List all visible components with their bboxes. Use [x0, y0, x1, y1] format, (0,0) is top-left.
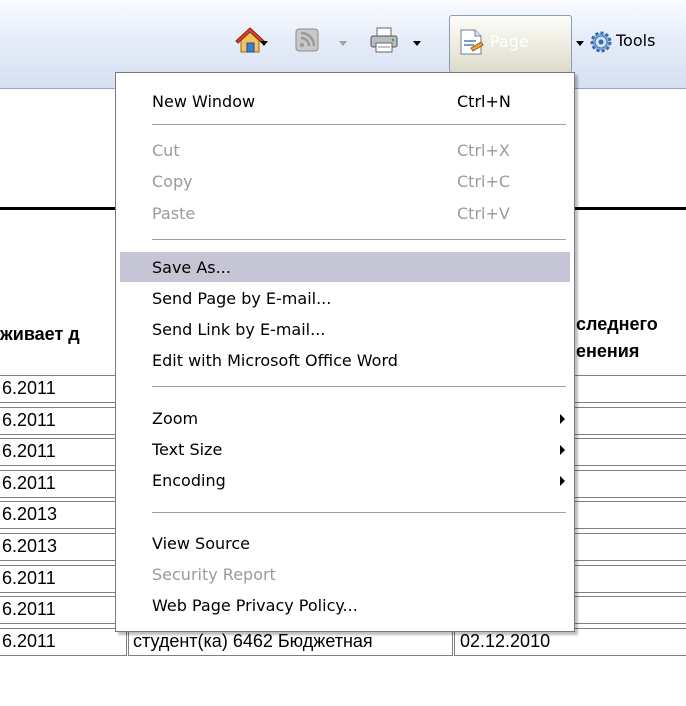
- menu-item-paste: Paste Ctrl+V: [120, 198, 570, 228]
- home-dropdown-arrow[interactable]: [260, 41, 268, 46]
- menu-item-view-source[interactable]: View Source: [120, 528, 570, 558]
- table-cell-date: 6.2011: [2, 631, 56, 651]
- menu-separator: [152, 512, 566, 513]
- menu-item-label: Edit with Microsoft Office Word: [152, 351, 398, 370]
- rss-feed-icon: [295, 28, 319, 56]
- page-dropdown-arrow[interactable]: [576, 41, 584, 46]
- menu-item-copy: Copy Ctrl+C: [120, 166, 570, 196]
- menu-item-label: Security Report: [152, 565, 276, 584]
- menu-item-label: Zoom: [152, 409, 199, 428]
- menu-item-label: View Source: [152, 534, 251, 553]
- content-divider-right: [575, 207, 686, 210]
- table-cell-date: 6.2011: [2, 473, 56, 493]
- menu-item-encoding[interactable]: Encoding: [120, 465, 570, 495]
- menu-item-shortcut: Ctrl+X: [457, 141, 510, 160]
- table-cell-date: 6.2011: [2, 441, 56, 461]
- menu-item-send-page[interactable]: Send Page by E-mail...: [120, 283, 570, 313]
- menu-item-zoom[interactable]: Zoom: [120, 403, 570, 433]
- menu-item-label: Cut: [152, 141, 180, 160]
- table-cell-date: 6.2013: [2, 504, 58, 524]
- table-cell-date: 6.2011: [2, 599, 56, 619]
- print-dropdown-arrow[interactable]: [413, 41, 421, 46]
- menu-item-label: Save As...: [152, 258, 231, 277]
- menu-item-edit-with-word[interactable]: Edit with Microsoft Office Word: [120, 345, 570, 375]
- table-cell-changed: 02.12.2010: [460, 631, 551, 651]
- menu-item-shortcut: Ctrl+C: [457, 172, 511, 191]
- menu-item-label: Send Page by E-mail...: [152, 289, 332, 308]
- feeds-button[interactable]: [290, 26, 324, 58]
- tools-menu-label: Tools: [616, 31, 656, 50]
- menu-item-new-window[interactable]: New Window Ctrl+N: [120, 86, 570, 116]
- menu-item-label: Paste: [152, 204, 196, 223]
- home-button[interactable]: [224, 24, 276, 60]
- submenu-arrow-icon: [560, 476, 565, 486]
- menu-item-label: Web Page Privacy Policy...: [152, 596, 358, 615]
- menu-item-label: Copy: [152, 172, 193, 191]
- feeds-dropdown-arrow: [339, 41, 347, 46]
- page-menu-dropdown: New Window Ctrl+N Cut Ctrl+X Copy Ctrl+C…: [115, 72, 575, 632]
- menu-item-shortcut: Ctrl+N: [457, 92, 511, 111]
- menu-separator: [152, 239, 566, 240]
- menu-item-privacy-policy[interactable]: Web Page Privacy Policy...: [120, 590, 570, 620]
- menu-item-label: Send Link by E-mail...: [152, 320, 326, 339]
- column-header-date: живает д: [0, 324, 80, 344]
- page-menu-label: Page: [490, 32, 529, 51]
- column-header-changed-line1: следнего: [576, 314, 658, 334]
- menu-item-send-link[interactable]: Send Link by E-mail...: [120, 314, 570, 344]
- table-cell-date: 6.2013: [2, 536, 58, 556]
- menu-separator: [152, 124, 566, 125]
- menu-item-security-report: Security Report: [120, 559, 570, 589]
- print-button[interactable]: [364, 24, 404, 60]
- menu-item-cut: Cut Ctrl+X: [120, 135, 570, 165]
- submenu-arrow-icon: [560, 445, 565, 455]
- menu-separator: [152, 386, 566, 387]
- menu-item-save-as[interactable]: Save As...: [120, 252, 570, 282]
- printer-icon: [369, 26, 399, 58]
- menu-item-label: Text Size: [152, 440, 223, 459]
- gear-icon: [589, 30, 613, 58]
- page-icon: [459, 28, 485, 60]
- table-cell-date: 6.2011: [2, 568, 56, 588]
- menu-item-shortcut: Ctrl+V: [457, 204, 510, 223]
- menu-item-label: New Window: [152, 92, 256, 111]
- table-cell-date: 6.2011: [2, 410, 56, 430]
- menu-item-text-size[interactable]: Text Size: [120, 434, 570, 464]
- content-divider-left: [0, 207, 120, 210]
- menu-item-label: Encoding: [152, 471, 226, 490]
- table-cell-status: студент(ка) 6462 Бюджетная: [133, 631, 373, 651]
- submenu-arrow-icon: [560, 414, 565, 424]
- column-header-changed-line2: енения: [576, 341, 640, 361]
- table-cell-date: 6.2011: [2, 378, 56, 398]
